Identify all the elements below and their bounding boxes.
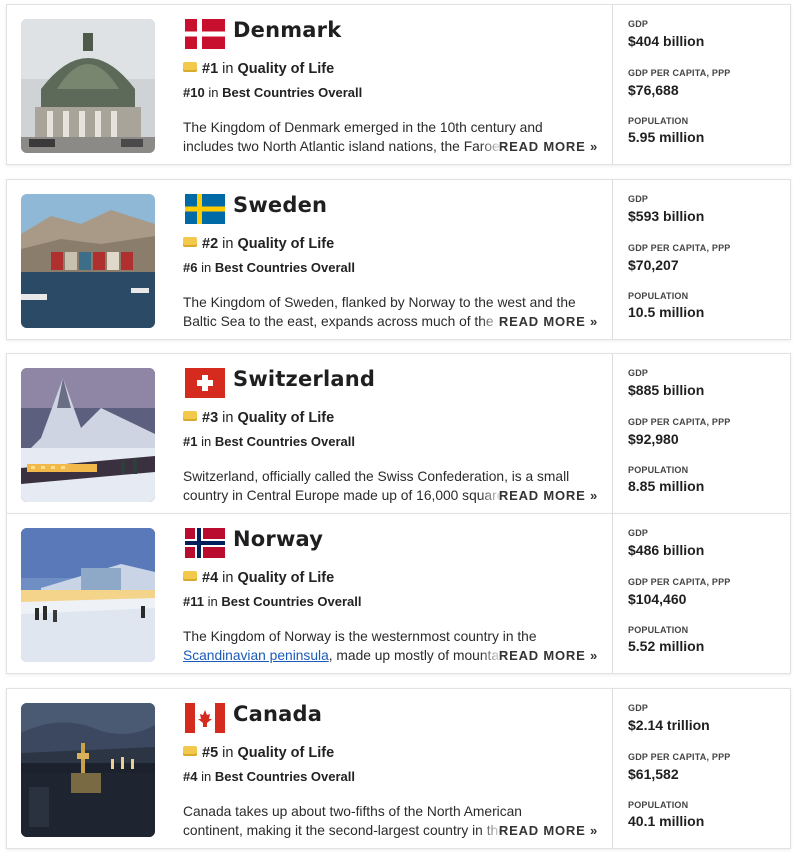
switzerland-mountain-image: [21, 368, 155, 502]
denmark-flag-icon: [185, 19, 225, 49]
population-label: POPULATION: [628, 800, 689, 810]
sweden-flag-icon: [185, 194, 225, 224]
country-photo[interactable]: [21, 19, 155, 153]
country-name[interactable]: Switzerland: [233, 367, 375, 391]
sweden-harbor-image: [21, 194, 155, 328]
ranking-badge-icon: [183, 571, 197, 581]
gdp-label: GDP: [628, 194, 649, 204]
quality-of-life-rank[interactable]: #1 in Quality of Life: [183, 61, 334, 77]
gdp-value: $404 billion: [628, 33, 705, 49]
norway-flag-icon: [185, 528, 225, 558]
country-name[interactable]: Canada: [233, 702, 322, 726]
gdp-label: GDP: [628, 703, 649, 713]
country-stats: GDP $593 billion GDP PER CAPITA, PPP $70…: [612, 180, 791, 339]
gdp-per-capita-label: GDP PER CAPITA, PPP: [628, 577, 731, 587]
population-value: 10.5 million: [628, 304, 705, 320]
population-label: POPULATION: [628, 465, 689, 475]
gdp-per-capita-label: GDP PER CAPITA, PPP: [628, 417, 731, 427]
read-more-link[interactable]: READ MORE »: [480, 821, 600, 841]
overall-rank[interactable]: #10 in Best Countries Overall: [183, 85, 362, 100]
country-name[interactable]: Denmark: [233, 18, 341, 42]
country-stats: GDP $486 billion GDP PER CAPITA, PPP $10…: [612, 514, 791, 673]
gdp-label: GDP: [628, 368, 649, 378]
overall-rank[interactable]: #6 in Best Countries Overall: [183, 260, 355, 275]
country-stats: GDP $404 billion GDP PER CAPITA, PPP $76…: [612, 5, 791, 164]
quality-of-life-rank[interactable]: #4 in Quality of Life: [183, 570, 334, 586]
country-card-sweden: Sweden #2 in Quality of Life #6 in Best …: [6, 179, 791, 340]
read-more-link[interactable]: READ MORE »: [480, 312, 600, 332]
country-card-canada: Canada #5 in Quality of Life #4 in Best …: [6, 688, 791, 849]
country-card-denmark: Denmark #1 in Quality of Life #10 in Bes…: [6, 4, 791, 165]
gdp-per-capita-value: $61,582: [628, 766, 679, 782]
gdp-value: $2.14 trillion: [628, 717, 710, 733]
population-value: 8.85 million: [628, 478, 705, 494]
gdp-value: $486 billion: [628, 542, 705, 558]
norway-opera-house-image: [21, 528, 155, 662]
gdp-per-capita-value: $92,980: [628, 431, 679, 447]
ranking-badge-icon: [183, 746, 197, 756]
read-more-link[interactable]: READ MORE »: [480, 486, 600, 506]
population-value: 5.52 million: [628, 638, 705, 654]
country-photo[interactable]: [21, 194, 155, 328]
population-label: POPULATION: [628, 116, 689, 126]
overall-rank[interactable]: #4 in Best Countries Overall: [183, 769, 355, 784]
scandinavian-peninsula-link[interactable]: Scandinavian peninsula: [183, 648, 329, 663]
country-photo[interactable]: [21, 368, 155, 502]
gdp-per-capita-label: GDP PER CAPITA, PPP: [628, 243, 731, 253]
country-card-switzerland: Switzerland #3 in Quality of Life #1 in …: [6, 353, 791, 514]
gdp-label: GDP: [628, 528, 649, 538]
ranking-badge-icon: [183, 62, 197, 72]
country-stats: GDP $2.14 trillion GDP PER CAPITA, PPP $…: [612, 689, 791, 848]
country-name[interactable]: Norway: [233, 527, 323, 551]
canada-city-image: [21, 703, 155, 837]
population-label: POPULATION: [628, 291, 689, 301]
overall-rank[interactable]: #11 in Best Countries Overall: [183, 594, 362, 609]
switzerland-flag-icon: [185, 368, 225, 398]
quality-of-life-rank[interactable]: #2 in Quality of Life: [183, 236, 334, 252]
gdp-per-capita-label: GDP PER CAPITA, PPP: [628, 752, 731, 762]
quality-of-life-rank[interactable]: #5 in Quality of Life: [183, 745, 334, 761]
ranking-badge-icon: [183, 237, 197, 247]
country-photo[interactable]: [21, 703, 155, 837]
quality-of-life-rank[interactable]: #3 in Quality of Life: [183, 410, 334, 426]
gdp-label: GDP: [628, 19, 649, 29]
read-more-link[interactable]: READ MORE »: [480, 137, 600, 157]
population-value: 40.1 million: [628, 813, 705, 829]
overall-rank[interactable]: #1 in Best Countries Overall: [183, 434, 355, 449]
population-value: 5.95 million: [628, 129, 705, 145]
population-label: POPULATION: [628, 625, 689, 635]
country-card-norway: Norway #4 in Quality of Life #11 in Best…: [6, 513, 791, 674]
ranking-badge-icon: [183, 411, 197, 421]
read-more-link[interactable]: READ MORE »: [480, 646, 600, 666]
gdp-per-capita-value: $104,460: [628, 591, 687, 607]
country-photo[interactable]: [21, 528, 155, 662]
country-stats: GDP $885 billion GDP PER CAPITA, PPP $92…: [612, 354, 791, 513]
gdp-value: $885 billion: [628, 382, 705, 398]
gdp-per-capita-label: GDP PER CAPITA, PPP: [628, 68, 731, 78]
gdp-per-capita-value: $76,688: [628, 82, 679, 98]
country-name[interactable]: Sweden: [233, 193, 327, 217]
canada-flag-icon: [185, 703, 225, 733]
denmark-church-image: [21, 19, 155, 153]
gdp-per-capita-value: $70,207: [628, 257, 679, 273]
gdp-value: $593 billion: [628, 208, 705, 224]
